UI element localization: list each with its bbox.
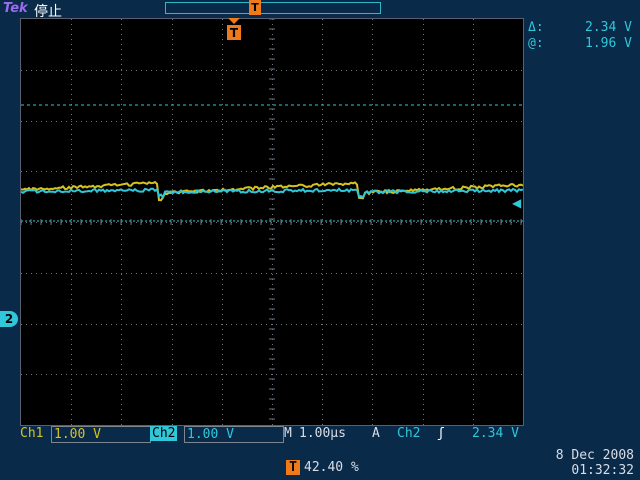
settings-bar: Ch1 1.00 V Ch2 1.00 V M 1.00µs A Ch2 ʃ 2… xyxy=(0,424,640,444)
time: 01:32:32 xyxy=(556,463,634,478)
trigger-position-label: T xyxy=(230,26,239,40)
trigger-slope-icon[interactable]: ʃ xyxy=(437,426,445,441)
ch2-ground-marker[interactable]: 2 xyxy=(0,311,18,327)
trigger-position-readout[interactable]: T 42.40 % xyxy=(286,460,359,475)
record-length-bar xyxy=(165,2,381,14)
status-bar: Tek 停止 T xyxy=(0,0,640,18)
ch1-scale[interactable]: 1.00 V xyxy=(51,426,151,443)
ch2-scale[interactable]: 1.00 V xyxy=(184,426,284,443)
date: 8 Dec 2008 xyxy=(556,448,634,463)
trigger-level[interactable]: 2.34 V xyxy=(472,426,519,441)
trigger-source[interactable]: Ch2 xyxy=(397,426,420,441)
delta-symbol: Δ: xyxy=(528,20,544,35)
graticule xyxy=(21,19,522,425)
at-readout: 1.96 V xyxy=(585,36,632,51)
waveform-canvas xyxy=(21,19,523,425)
timebase-value[interactable]: 1.00µs xyxy=(299,426,346,441)
delta-readout: 2.34 V xyxy=(585,20,632,35)
brand-logo: Tek xyxy=(3,1,28,16)
datetime: 8 Dec 2008 01:32:32 xyxy=(556,448,634,478)
at-symbol: @: xyxy=(528,36,544,51)
trigger-marker-top[interactable]: T xyxy=(249,0,261,15)
timebase-label: M xyxy=(284,426,292,441)
trigger-mode: A xyxy=(372,426,380,441)
trigger-position-icon[interactable]: T xyxy=(226,18,242,40)
trigger-level-arrow-icon[interactable]: ◀ xyxy=(512,196,521,210)
ch2-label[interactable]: Ch2 xyxy=(150,426,177,441)
trigger-position-pct: 42.40 % xyxy=(304,460,359,475)
trigger-position-pct-icon: T xyxy=(286,460,300,475)
ch1-label[interactable]: Ch1 xyxy=(20,426,43,441)
waveform-display[interactable] xyxy=(20,18,524,426)
